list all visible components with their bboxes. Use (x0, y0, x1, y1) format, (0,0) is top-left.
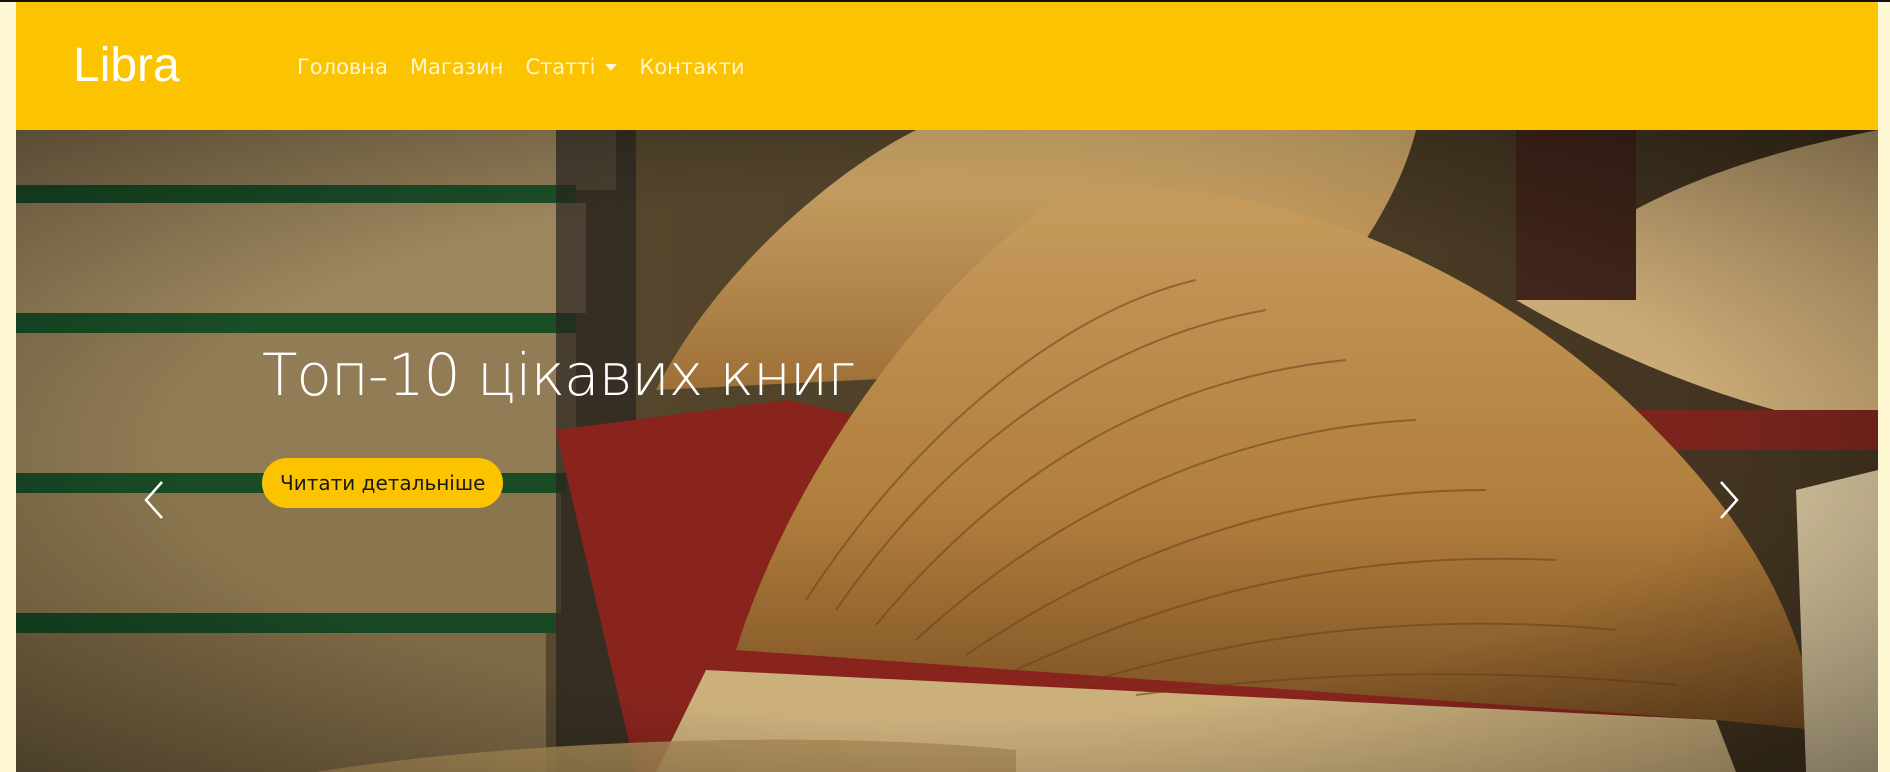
carousel-prev-button[interactable] (134, 470, 174, 530)
nav-link-shop[interactable]: Магазин (399, 52, 514, 82)
slide-caption: Топ-10 цікавих книг Читати детальніше (262, 340, 856, 508)
read-more-button[interactable]: Читати детальніше (262, 458, 504, 508)
hero-carousel: Топ-10 цікавих книг Читати детальніше (16, 130, 1878, 772)
nav-link-articles-label: Статті (525, 55, 596, 79)
nav-item-contacts: Контакти (628, 52, 755, 82)
caret-down-icon (605, 63, 618, 71)
nav-link-articles-dropdown[interactable]: Статті (514, 52, 628, 82)
slide-title: Топ-10 цікавих книг (262, 341, 856, 409)
nav-item-shop: Магазин (399, 52, 514, 82)
brand-logo[interactable]: Libra (73, 36, 180, 96)
chevron-left-icon (144, 481, 163, 519)
nav-item-articles: Статті (514, 52, 628, 82)
nav-link-contacts[interactable]: Контакти (628, 52, 755, 82)
chevron-right-icon (1720, 481, 1739, 519)
carousel-next-button[interactable] (1709, 470, 1749, 530)
nav-link-home[interactable]: Головна (286, 52, 399, 82)
main-nav: Головна Магазин Статті Контакти (286, 52, 756, 82)
navbar: Libra Головна Магазин Статті Контакти (16, 2, 1878, 130)
nav-item-home: Головна (286, 52, 399, 82)
site-container: Libra Головна Магазин Статті Контакти То… (16, 2, 1878, 772)
